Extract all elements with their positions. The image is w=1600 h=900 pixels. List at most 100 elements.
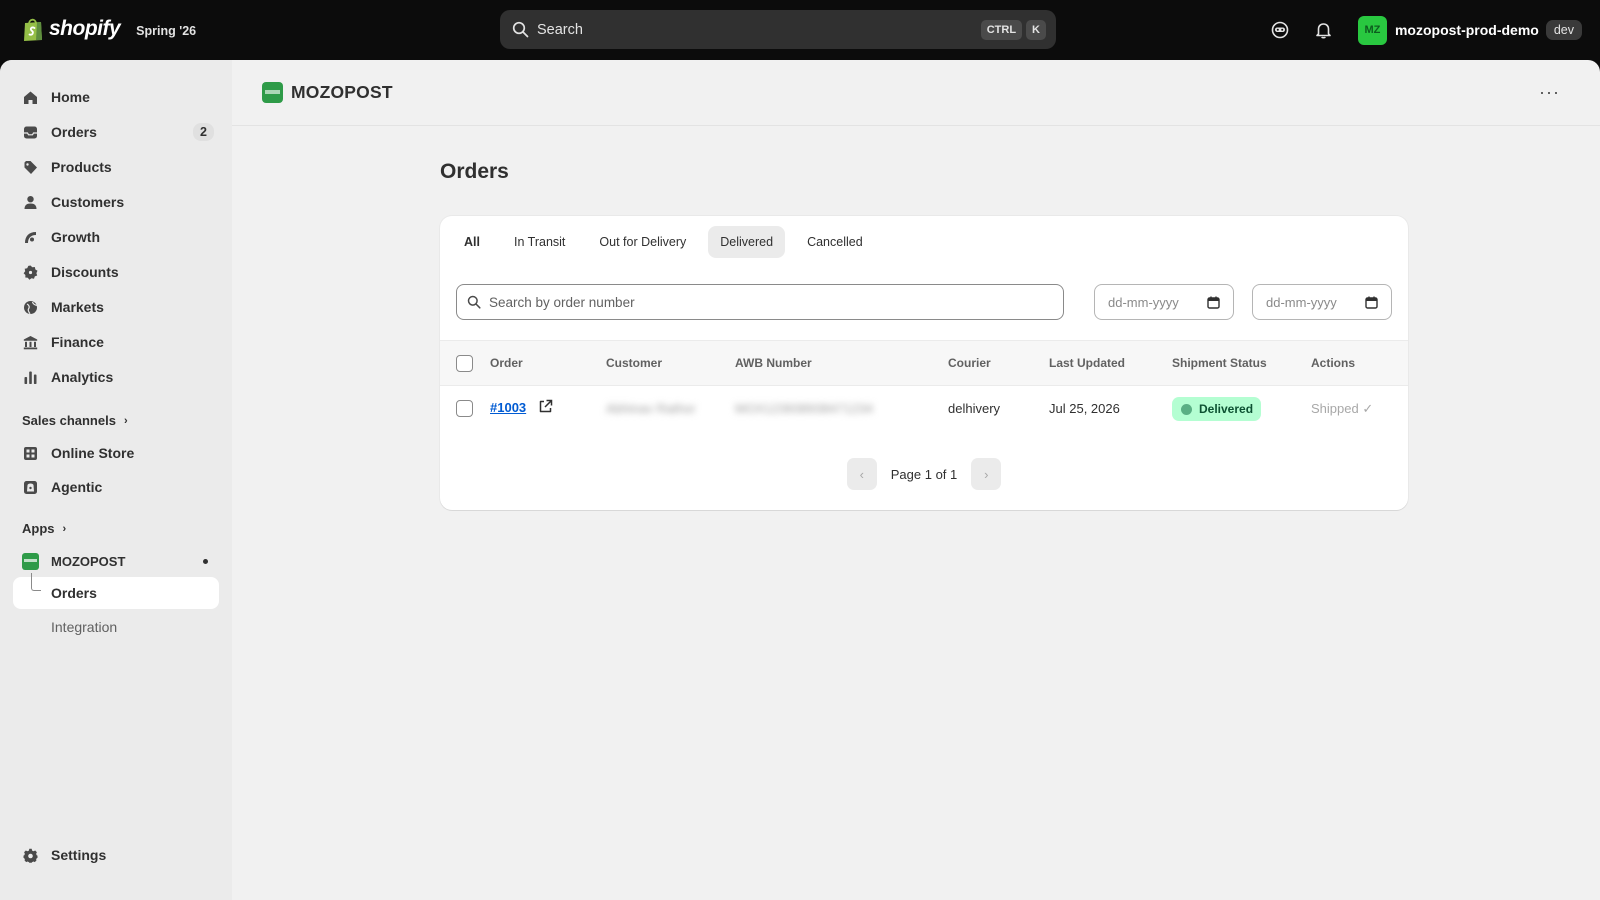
- search-label: Search: [537, 21, 583, 38]
- column-header-courier: Courier: [948, 356, 991, 370]
- notifications-button[interactable]: [1308, 14, 1340, 46]
- sidebar-item-label: Home: [51, 89, 90, 105]
- sidebar-item-online-store[interactable]: Online Store: [14, 437, 220, 469]
- tab-cancelled[interactable]: Cancelled: [795, 226, 875, 258]
- discount-icon: [22, 264, 39, 281]
- table-row: #1003 Abhinav Rathor MOX123938938471234 …: [440, 386, 1408, 432]
- sidebar-item-label: Agentic: [51, 479, 103, 495]
- mozopost-logo-icon: [262, 82, 283, 103]
- sidebar-item-label: Products: [51, 159, 112, 175]
- admin-frame: Home Orders 2 Products Customers Growth …: [0, 60, 1600, 900]
- order-number-link[interactable]: #1003: [490, 400, 526, 415]
- brand-wordmark: shopify: [49, 17, 121, 40]
- globe-icon: [22, 299, 39, 316]
- sidebar-subitem-label: Orders: [51, 585, 97, 601]
- date-to-input[interactable]: dd-mm-yyyy: [1252, 284, 1392, 320]
- more-actions-button[interactable]: ···: [1539, 82, 1560, 103]
- person-icon: [22, 194, 39, 211]
- date-from-input[interactable]: dd-mm-yyyy: [1094, 284, 1234, 320]
- sidebar-item-markets[interactable]: Markets: [14, 291, 220, 323]
- select-all-checkbox[interactable]: [456, 355, 473, 372]
- status-tabs: All In Transit Out for Delivery Delivere…: [452, 226, 885, 258]
- sidebar-item-settings[interactable]: Settings: [14, 839, 220, 871]
- shortcut-key-k: K: [1026, 19, 1046, 40]
- sidebar-subitem-orders[interactable]: Orders: [13, 573, 219, 609]
- sidebar-subitem-label: Integration: [51, 619, 118, 635]
- external-link-icon[interactable]: [538, 399, 553, 417]
- app-header: MOZOPOST ···: [232, 60, 1600, 126]
- calendar-icon: [1207, 296, 1220, 309]
- sidebar-item-label: MOZOPOST: [51, 553, 126, 569]
- awb-number-redacted: MOX123938938471234: [735, 401, 874, 416]
- sidebar-item-label: Finance: [51, 334, 104, 350]
- customer-name-redacted: Abhinav Rathor: [606, 401, 696, 416]
- main-content: MOZOPOST ··· Orders All In Transit Out f…: [232, 60, 1600, 900]
- search-icon: [512, 21, 529, 38]
- orders-icon: [22, 124, 39, 141]
- last-updated-date: Jul 25, 2026: [1049, 401, 1120, 416]
- sidebar-item-home[interactable]: Home: [14, 81, 220, 113]
- table-header: Order Customer AWB Number Courier Last U…: [440, 340, 1408, 386]
- status-badge-label: Delivered: [1199, 402, 1254, 416]
- shipped-action-label: Shipped ✓: [1311, 401, 1374, 416]
- tab-in-transit[interactable]: In Transit: [502, 226, 577, 258]
- column-header-order: Order: [490, 356, 523, 370]
- chevron-right-icon: ›: [62, 522, 67, 535]
- row-checkbox[interactable]: [456, 400, 473, 417]
- pagination: ‹ Page 1 of 1 ›: [440, 458, 1408, 490]
- bell-icon: [1316, 23, 1332, 39]
- sidebar-subitem-integration[interactable]: Integration: [13, 611, 219, 643]
- shopify-logo[interactable]: shopify Spring '26: [22, 16, 196, 42]
- top-right-controls: MZ mozopost-prod-demo dev: [1264, 14, 1582, 46]
- sidebar-item-label: Online Store: [51, 445, 135, 461]
- order-search-placeholder: Search by order number: [489, 294, 635, 310]
- sidebar-item-mozopost[interactable]: MOZOPOST: [14, 545, 220, 577]
- top-bar: shopify Spring '26 Search CTRL K MZ mozo…: [0, 0, 1600, 60]
- apps-label: Apps: [22, 521, 55, 536]
- tab-delivered[interactable]: Delivered: [708, 226, 786, 258]
- sidebar-item-analytics[interactable]: Analytics: [14, 361, 220, 393]
- sales-channels-label: Sales channels: [22, 413, 116, 428]
- home-icon: [22, 89, 39, 106]
- edition-label: Spring '26: [136, 23, 197, 38]
- sales-channels-header[interactable]: Sales channels ›: [22, 413, 128, 428]
- gear-icon: [22, 847, 39, 864]
- growth-icon: [22, 229, 39, 246]
- tab-all[interactable]: All: [452, 226, 492, 258]
- sidebar-item-label: Orders: [51, 124, 97, 140]
- sidebar-item-products[interactable]: Products: [14, 151, 220, 183]
- app-active-dot: [203, 558, 208, 564]
- status-dot-icon: [1181, 403, 1192, 415]
- global-search-bar[interactable]: Search CTRL K: [500, 10, 1056, 49]
- sidebar-item-finance[interactable]: Finance: [14, 326, 220, 358]
- previous-page-button[interactable]: ‹: [846, 458, 877, 490]
- date-from-placeholder: dd-mm-yyyy: [1108, 294, 1179, 310]
- column-header-awb: AWB Number: [735, 356, 812, 370]
- sidebar-item-growth[interactable]: Growth: [14, 221, 220, 253]
- sidekick-button[interactable]: [1264, 14, 1296, 46]
- sidebar-item-label: Growth: [51, 229, 100, 245]
- store-avatar[interactable]: MZ: [1357, 15, 1387, 45]
- sidebar-item-customers[interactable]: Customers: [14, 186, 220, 218]
- next-page-button[interactable]: ›: [971, 458, 1002, 490]
- bank-icon: [22, 334, 39, 351]
- sidebar-item-agentic[interactable]: Agentic: [14, 471, 220, 503]
- orders-card: All In Transit Out for Delivery Delivere…: [440, 216, 1408, 510]
- store-env-badge: dev: [1545, 20, 1582, 40]
- sidekick-icon: [1271, 21, 1289, 39]
- mozopost-logo-icon: [22, 552, 39, 570]
- search-icon: [467, 295, 481, 309]
- bar-chart-icon: [22, 369, 39, 386]
- sidebar-item-orders[interactable]: Orders 2: [14, 116, 220, 148]
- agentic-icon: [22, 479, 39, 496]
- column-header-last-updated: Last Updated: [1049, 356, 1126, 370]
- sidebar-item-discounts[interactable]: Discounts: [14, 256, 220, 288]
- sidebar-item-label: Discounts: [51, 264, 119, 280]
- tab-out-for-delivery[interactable]: Out for Delivery: [587, 226, 698, 258]
- apps-header[interactable]: Apps ›: [22, 521, 66, 536]
- store-name[interactable]: mozopost-prod-demo: [1395, 22, 1539, 38]
- order-search-input[interactable]: Search by order number: [456, 284, 1064, 320]
- order-number[interactable]: #1003: [490, 400, 526, 415]
- date-to-placeholder: dd-mm-yyyy: [1266, 294, 1337, 310]
- sidebar-item-label: Settings: [51, 847, 107, 863]
